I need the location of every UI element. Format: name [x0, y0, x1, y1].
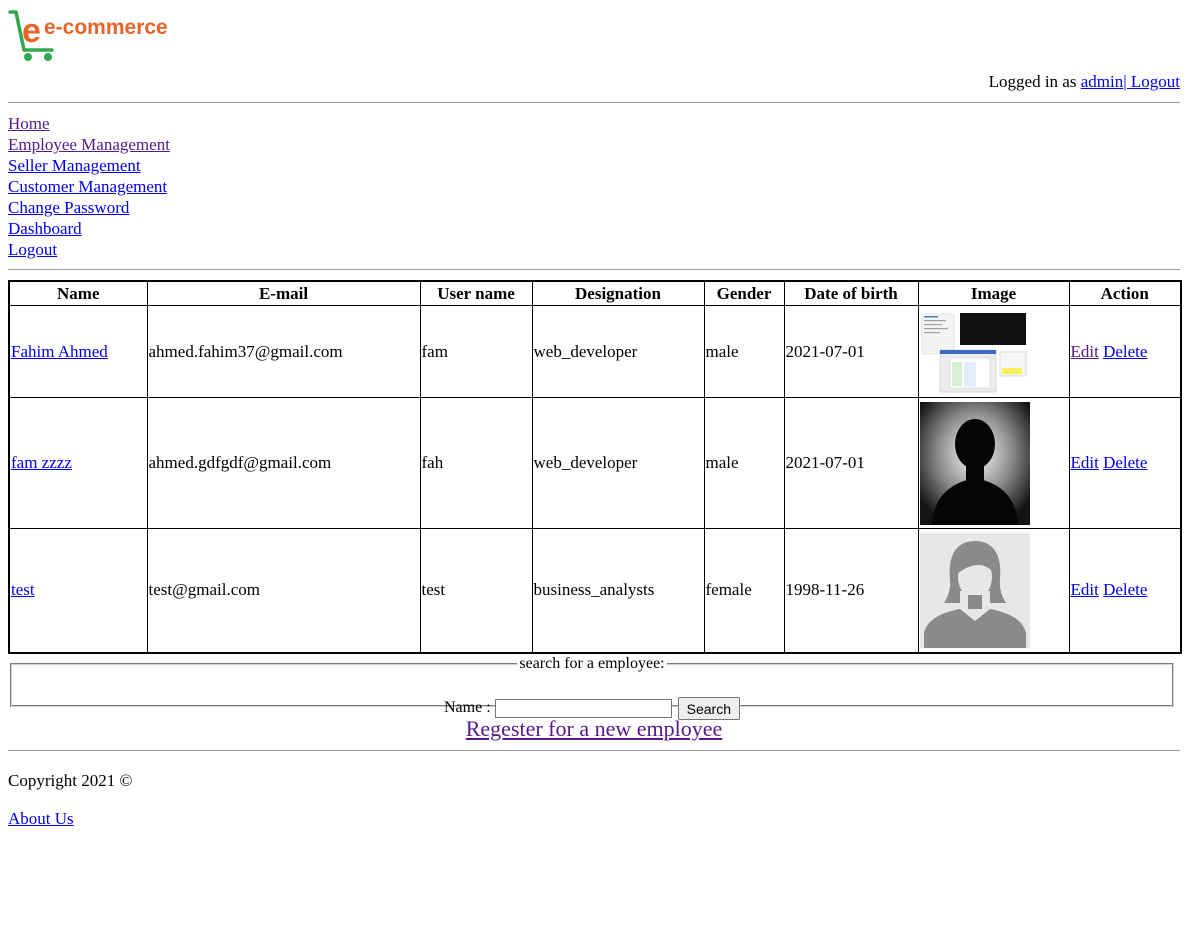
- nav-home[interactable]: Home: [8, 113, 170, 134]
- table-row: Fahim Ahmed ahmed.fahim37@gmail.com fam …: [8, 305, 1182, 398]
- employee-email: ahmed.fahim37@gmail.com: [146, 305, 421, 398]
- divider-middle: [8, 269, 1180, 270]
- svg-text:e: e: [22, 12, 41, 50]
- employee-table: Name E-mail User name Designation Gender…: [8, 280, 1182, 654]
- logo-text: e-commerce: [44, 16, 168, 39]
- header-email: E-mail: [146, 280, 421, 306]
- register-employee-link[interactable]: Regester for a new employee: [466, 716, 723, 741]
- main-nav: Home Employee Management Seller Manageme…: [8, 113, 170, 260]
- username-link[interactable]: admin: [1081, 72, 1124, 91]
- divider-top: [8, 102, 1180, 103]
- nav-seller-management[interactable]: Seller Management: [8, 155, 170, 176]
- search-legend: search for a employee:: [519, 655, 665, 672]
- employee-search-form: search for a employee: Name : Search: [10, 655, 1174, 720]
- employee-dob: 2021-07-01: [783, 305, 919, 398]
- employee-name-link[interactable]: test: [11, 580, 35, 599]
- header-logout-link[interactable]: | Logout: [1123, 72, 1180, 91]
- header-date-of-birth: Date of birth: [783, 280, 919, 306]
- logged-in-prefix: Logged in as: [988, 72, 1081, 91]
- employee-gender: male: [703, 397, 785, 529]
- employee-dob: 1998-11-26: [783, 528, 919, 653]
- edit-link[interactable]: Edit: [1071, 342, 1099, 361]
- employee-email: test@gmail.com: [146, 528, 421, 653]
- edit-link[interactable]: Edit: [1071, 580, 1099, 599]
- header-username: User name: [419, 280, 533, 306]
- register-line: Regester for a new employee: [0, 716, 1188, 742]
- header-name: Name: [8, 280, 148, 306]
- header-designation: Designation: [531, 280, 705, 306]
- edit-link[interactable]: Edit: [1071, 453, 1099, 472]
- employee-designation: business_analysts: [531, 528, 705, 653]
- header-image: Image: [917, 280, 1070, 306]
- employee-email: ahmed.gdfgdf@gmail.com: [146, 397, 421, 529]
- nav-change-password[interactable]: Change Password: [8, 197, 170, 218]
- employee-username: fam: [419, 305, 533, 398]
- nav-customer-management[interactable]: Customer Management: [8, 176, 170, 197]
- copyright-text: Copyright 2021 ©: [8, 771, 133, 790]
- employee-gender: male: [703, 305, 785, 398]
- header-gender: Gender: [703, 280, 785, 306]
- delete-link[interactable]: Delete: [1103, 453, 1147, 472]
- delete-link[interactable]: Delete: [1103, 342, 1147, 361]
- nav-employee-management[interactable]: Employee Management: [8, 134, 170, 155]
- table-row: fam zzzz ahmed.gdfgdf@gmail.com fah web_…: [8, 397, 1182, 529]
- employee-photo: [919, 401, 1030, 525]
- employee-photo: [919, 309, 1030, 394]
- employee-name-link[interactable]: Fahim Ahmed: [11, 342, 108, 361]
- about-us-link[interactable]: About Us: [8, 809, 74, 828]
- nav-logout[interactable]: Logout: [8, 239, 170, 260]
- delete-link[interactable]: Delete: [1103, 580, 1147, 599]
- header-action: Action: [1068, 280, 1182, 306]
- table-header-row: Name E-mail User name Designation Gender…: [8, 280, 1182, 306]
- employee-designation: web_developer: [531, 305, 705, 398]
- employee-name-link[interactable]: fam zzzz: [11, 453, 72, 472]
- employee-photo: [919, 532, 1030, 648]
- nav-dashboard[interactable]: Dashboard: [8, 218, 170, 239]
- employee-dob: 2021-07-01: [783, 397, 919, 529]
- employee-gender: female: [703, 528, 785, 653]
- ecommerce-logo: e e-commerce: [8, 10, 168, 61]
- login-status: Logged in as admin| Logout: [989, 72, 1180, 92]
- divider-bottom: [8, 750, 1180, 751]
- search-name-label: Name :: [443, 699, 491, 717]
- employee-designation: web_developer: [531, 397, 705, 529]
- employee-username: test: [419, 528, 533, 653]
- table-row: test test@gmail.com test business_analys…: [8, 528, 1182, 653]
- employee-username: fah: [419, 397, 533, 529]
